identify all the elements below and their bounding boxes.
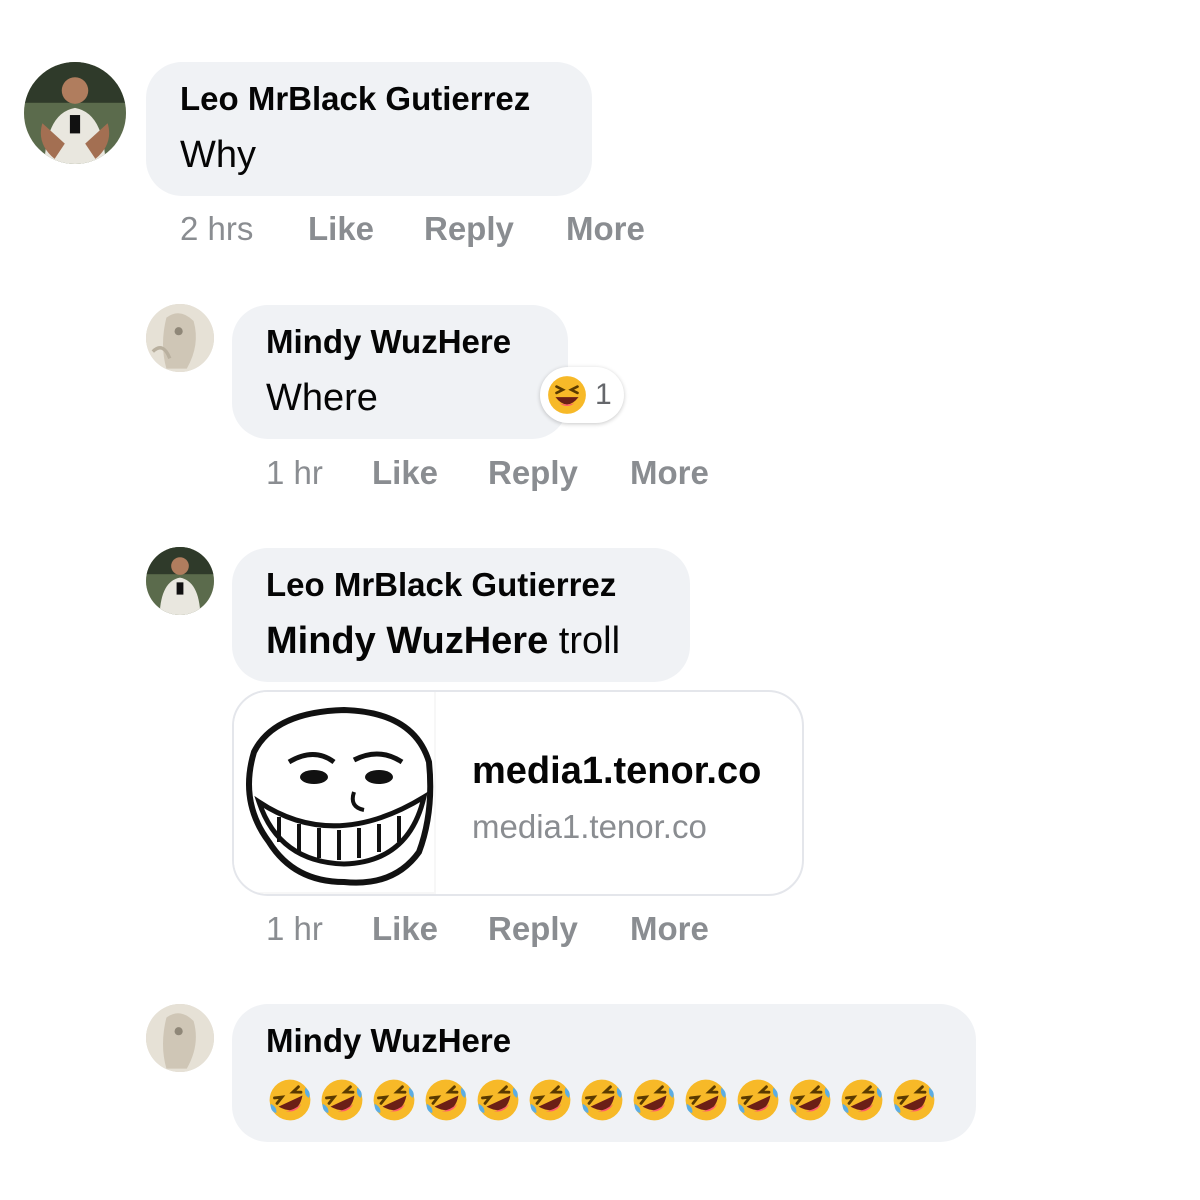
comment-author[interactable]: Mindy WuzHere xyxy=(266,1022,511,1060)
avatar-mindy-photo xyxy=(146,1004,214,1072)
rolling-on-floor-laughing-emoji-icon xyxy=(477,1079,519,1121)
rolling-on-floor-laughing-emoji-icon xyxy=(841,1079,883,1121)
rolling-on-floor-laughing-emoji-icon xyxy=(425,1079,467,1121)
rolling-on-floor-laughing-emoji-icon xyxy=(373,1079,415,1121)
rolling-on-floor-laughing-emoji-icon xyxy=(321,1079,363,1121)
rolling-on-floor-laughing-emoji-icon xyxy=(737,1079,779,1121)
comment-4: Mindy WuzHere xyxy=(0,0,1200,1200)
rolling-on-floor-laughing-emoji-icon xyxy=(685,1079,727,1121)
rolling-on-floor-laughing-emoji-icon xyxy=(893,1079,935,1121)
rolling-on-floor-laughing-emoji-icon xyxy=(581,1079,623,1121)
emoji-row xyxy=(266,1076,938,1124)
rolling-on-floor-laughing-emoji-icon xyxy=(789,1079,831,1121)
rolling-on-floor-laughing-emoji-icon xyxy=(633,1079,675,1121)
rolling-on-floor-laughing-emoji-icon xyxy=(529,1079,571,1121)
comment-bubble: Mindy WuzHere xyxy=(232,1004,976,1142)
avatar-mindy[interactable] xyxy=(146,1004,214,1072)
rolling-on-floor-laughing-emoji-icon xyxy=(269,1079,311,1121)
